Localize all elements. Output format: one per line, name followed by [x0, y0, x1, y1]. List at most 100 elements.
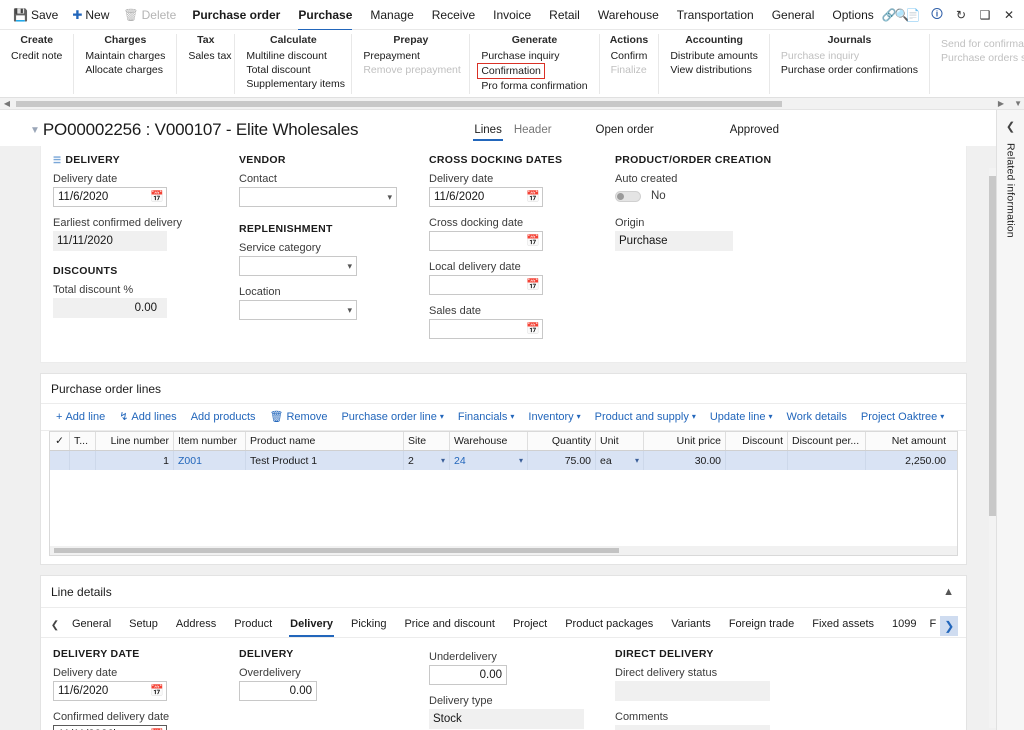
col-net-amount[interactable]: Net amount	[866, 432, 950, 450]
refresh-icon[interactable]: ↻	[950, 4, 972, 26]
sales-date-input[interactable]: 📅	[429, 319, 543, 339]
ribbon-item-purchase-inquiry[interactable]: Purchase inquiry	[480, 49, 560, 63]
ribbon-item-sales-tax[interactable]: Sales tax	[187, 49, 232, 63]
ribbon-item-maintain-charges[interactable]: Maintain charges	[84, 49, 166, 63]
scrollbar-thumb[interactable]	[989, 176, 996, 516]
tab-project[interactable]: Project	[504, 615, 556, 637]
cell-line-number[interactable]: 1	[96, 451, 174, 470]
tab-product-packages[interactable]: Product packages	[556, 615, 662, 637]
local-delivery-date-input[interactable]: 📅	[429, 275, 543, 295]
contact-input[interactable]: ▾	[239, 187, 397, 207]
ribbon-item-confirmation[interactable]: Confirmation	[477, 63, 545, 79]
update-line-menu[interactable]: Update line ▾	[703, 410, 780, 424]
col-type[interactable]: T...	[70, 432, 96, 450]
work-details-button[interactable]: Work details	[780, 410, 854, 424]
service-category-input[interactable]: ▾	[239, 256, 357, 276]
col-discount[interactable]: Discount	[726, 432, 788, 450]
scrollbar-thumb[interactable]	[54, 548, 619, 553]
underdelivery-input[interactable]: 0.00	[429, 665, 507, 685]
chevron-down-icon[interactable]: ▾	[635, 456, 639, 465]
chevron-down-icon[interactable]: ▾	[347, 261, 352, 272]
cell-warehouse[interactable]: 24▾	[450, 451, 528, 470]
tab-general[interactable]: General	[63, 615, 120, 637]
add-line-button[interactable]: + Add line	[49, 410, 112, 424]
add-lines-button[interactable]: ↯ Add lines	[112, 409, 183, 424]
grid-horizontal-scrollbar[interactable]	[49, 546, 958, 556]
tab-address[interactable]: Address	[167, 615, 225, 637]
cell-unit-price[interactable]: 30.00	[644, 451, 726, 470]
cell-net-amount[interactable]: 2,250.00	[866, 451, 950, 470]
col-quantity[interactable]: Quantity	[528, 432, 596, 450]
calendar-icon[interactable]: 📅	[526, 191, 539, 204]
tab-price-and-discount[interactable]: Price and discount	[395, 615, 504, 637]
page-vertical-scrollbar[interactable]	[989, 168, 996, 728]
confirmed-delivery-date-input[interactable]: 11/11/2020 📅	[53, 725, 167, 730]
ribbon-item-supplementary-items[interactable]: Supplementary items	[245, 77, 346, 91]
remove-button[interactable]: 🗑 Remove	[263, 409, 335, 424]
ribbon-item-view-distributions[interactable]: View distributions	[669, 63, 753, 77]
tab-variants[interactable]: Variants	[662, 615, 720, 637]
cell-item-number[interactable]: Z001	[174, 451, 246, 470]
delivery-date-input[interactable]: 11/6/2020 📅	[53, 187, 167, 207]
tab-fixed-assets[interactable]: Fixed assets	[803, 615, 883, 637]
cell-type[interactable]	[70, 451, 96, 470]
scrollbar-thumb[interactable]	[16, 101, 782, 107]
help-icon[interactable]: 🛈	[926, 4, 948, 26]
menu-tab-general[interactable]: General	[763, 4, 824, 26]
chevron-left-icon[interactable]: ❮	[1006, 120, 1015, 133]
restore-icon[interactable]: ❑	[974, 4, 996, 26]
col-discount-percent[interactable]: Discount per...	[788, 432, 866, 450]
auto-created-toggle[interactable]	[615, 191, 641, 202]
cross-docking-date-input[interactable]: 📅	[429, 231, 543, 251]
menu-tab-warehouse[interactable]: Warehouse	[589, 4, 668, 26]
calendar-icon[interactable]: 📅	[150, 685, 163, 698]
menu-tab-purchase[interactable]: Purchase	[289, 4, 361, 26]
ribbon-item-allocate-charges[interactable]: Allocate charges	[84, 63, 164, 77]
related-information-label[interactable]: Related information	[1005, 143, 1017, 238]
link-icon[interactable]: 🔗	[878, 4, 900, 26]
drag-handle-icon[interactable]: ☰	[53, 155, 61, 166]
tab-lines[interactable]: Lines	[468, 122, 508, 138]
save-button[interactable]: 💾 Save	[6, 4, 65, 26]
calendar-icon[interactable]: 📅	[526, 235, 539, 248]
table-row[interactable]: 1 Z001 Test Product 1 2▾ 24▾ 75.00 ea▾ 3…	[50, 451, 957, 470]
product-and-supply-menu[interactable]: Product and supply ▾	[588, 410, 703, 424]
close-icon[interactable]: ✕	[998, 4, 1020, 26]
tab-overflow[interactable]: F	[925, 615, 938, 637]
new-button[interactable]: ✚ New	[65, 4, 116, 26]
scroll-right-icon[interactable]: ▶	[994, 99, 1008, 108]
tab-product[interactable]: Product	[225, 615, 281, 637]
calendar-icon[interactable]: 📅	[526, 323, 539, 336]
ld-delivery-date-input[interactable]: 11/6/2020 📅	[53, 681, 167, 701]
chevron-down-icon[interactable]: ▾	[387, 192, 392, 203]
scroll-left-icon[interactable]: ◀	[0, 99, 14, 108]
chevron-down-icon[interactable]: ▼	[1014, 99, 1022, 108]
ribbon-item-credit-note[interactable]: Credit note	[10, 49, 63, 63]
cell-unit[interactable]: ea▾	[596, 451, 644, 470]
chevron-down-icon[interactable]: ▾	[441, 456, 445, 465]
col-unit[interactable]: Unit	[596, 432, 644, 450]
menu-tab-manage[interactable]: Manage	[361, 4, 422, 26]
purchase-order-line-menu[interactable]: Purchase order line ▾	[334, 410, 450, 424]
col-select[interactable]: ✓	[50, 432, 70, 450]
cell-product-name[interactable]: Test Product 1	[246, 451, 404, 470]
tab-picking[interactable]: Picking	[342, 615, 395, 637]
overdelivery-input[interactable]: 0.00	[239, 681, 317, 701]
tab-header[interactable]: Header	[508, 122, 558, 138]
menu-tab-retail[interactable]: Retail	[540, 4, 589, 26]
cell-site[interactable]: 2▾	[404, 451, 450, 470]
menu-tab-receive[interactable]: Receive	[423, 4, 484, 26]
document-icon[interactable]: 📄	[902, 4, 924, 26]
pin-icon[interactable]: ▼	[30, 125, 40, 136]
ribbon-item-purchase-order-confirmations[interactable]: Purchase order confirmations	[780, 63, 919, 77]
col-product-name[interactable]: Product name	[246, 432, 404, 450]
chevron-down-icon[interactable]: ▾	[347, 305, 352, 316]
col-warehouse[interactable]: Warehouse	[450, 432, 528, 450]
menu-tab-invoice[interactable]: Invoice	[484, 4, 540, 26]
tabs-scroll-right-icon[interactable]: ❯	[940, 616, 958, 636]
calendar-icon[interactable]: 📅	[526, 279, 539, 292]
menu-tab-options[interactable]: Options	[823, 4, 882, 26]
ribbon-item-pro-forma-confirmation[interactable]: Pro forma confirmation	[480, 79, 588, 93]
chevron-up-icon[interactable]: ▲	[943, 586, 954, 598]
inventory-menu[interactable]: Inventory ▾	[521, 410, 587, 424]
